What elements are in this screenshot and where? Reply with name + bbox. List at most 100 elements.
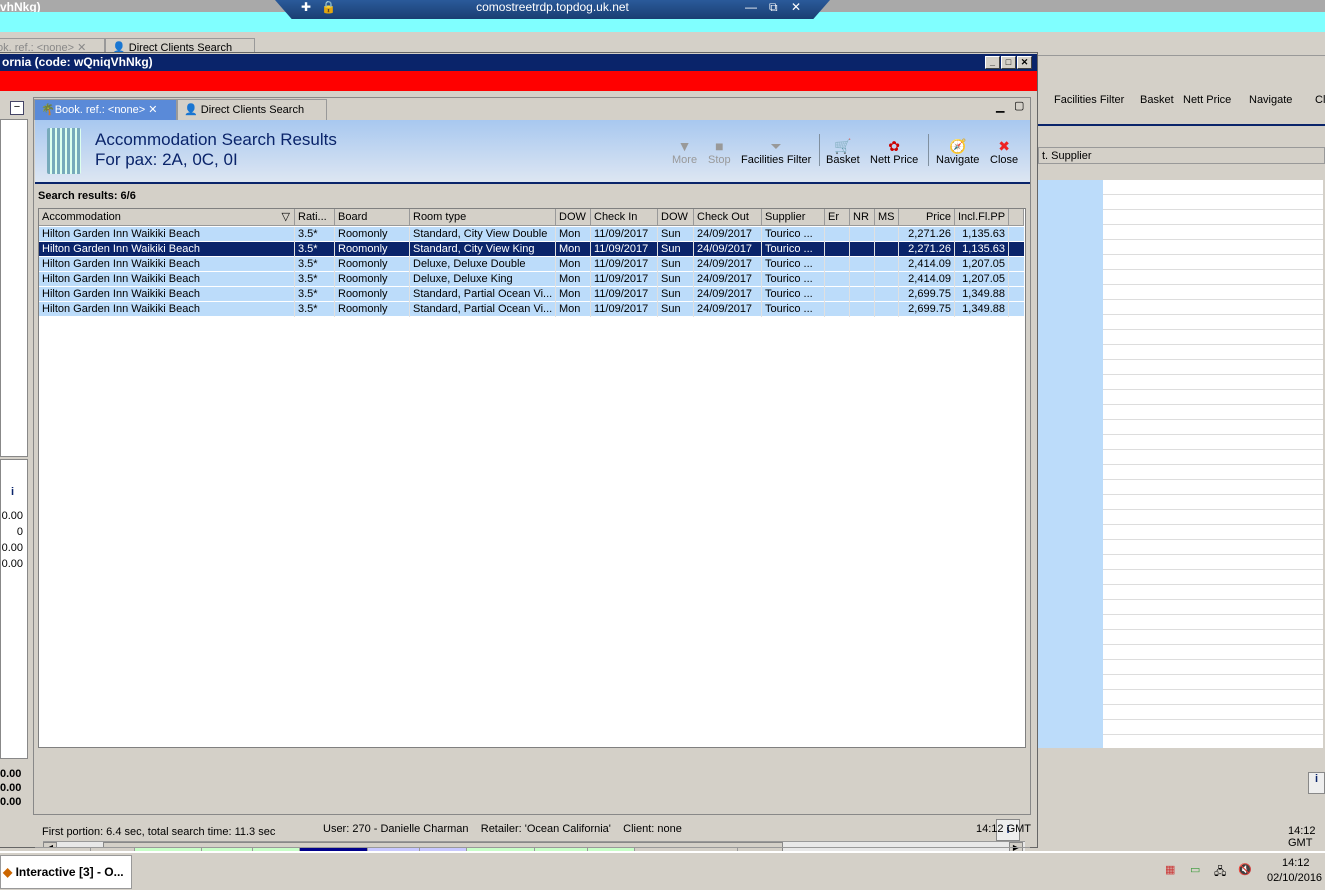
column-header[interactable]: Er [825, 209, 850, 226]
button-label: Close [990, 154, 1019, 166]
column-header[interactable]: Price [899, 209, 955, 226]
close-results-button[interactable]: ✖ Close [990, 138, 1018, 166]
table-cell [875, 287, 899, 302]
table-cell: Mon [556, 242, 591, 257]
table-cell [825, 227, 850, 242]
tab-book-ref[interactable]: 🌴Book. ref.: <none> ✕ [34, 99, 177, 120]
tray-volume-muted-icon[interactable]: 🔇 [1238, 863, 1252, 876]
value: 0.00 [1, 510, 23, 522]
results-title: Accommodation Search Results [95, 130, 337, 149]
close-icon[interactable]: ✕ [791, 0, 801, 14]
table-cell: Hilton Garden Inn Waikiki Beach [39, 302, 295, 317]
info-icon[interactable]: i [11, 486, 14, 498]
table-row[interactable]: Hilton Garden Inn Waikiki Beach 3.5* Roomo… [39, 287, 1024, 302]
table-cell: 2,414.09 [899, 272, 955, 287]
nett-price-button[interactable]: ✿ Nett Price [870, 138, 918, 166]
tray-flag-icon[interactable]: ▦ [1165, 863, 1175, 876]
column-header[interactable]: Incl.Fl.PP [955, 209, 1009, 226]
table-cell: 24/09/2017 [694, 272, 762, 287]
bg-facilities-button[interactable]: Facilities Filter [1054, 94, 1124, 106]
status-retailer: Retailer: 'Ocean California' [480, 823, 611, 835]
bg-time: 14:12 GMT [1288, 825, 1316, 849]
table-cell: 2,699.75 [899, 302, 955, 317]
status-time: 14:12 GMT [976, 823, 1032, 835]
bg-info-button[interactable]: i [1308, 772, 1325, 794]
banner-title: Accommodation Search Results For pax: 2A,… [95, 130, 337, 170]
window-title-bar: ornia (code: wQniqVhNkg) _ □ ✕ [0, 54, 1037, 71]
column-header[interactable]: DOW [556, 209, 591, 226]
main-window: ornia (code: wQniqVhNkg) _ □ ✕ − i 0.00 … [0, 52, 1038, 866]
bg-toolbar: Facilities Filter Basket Nett Price Navi… [1038, 76, 1325, 112]
tray-battery-icon[interactable]: ▭ [1190, 863, 1200, 876]
maximize-button[interactable]: □ [1001, 56, 1016, 69]
panel-minimize-icon[interactable]: ▁ [996, 100, 1004, 113]
table-cell [850, 302, 875, 317]
bg-basket-button[interactable]: Basket [1140, 94, 1174, 106]
tray-network-icon[interactable]: 🖧 [1214, 863, 1226, 882]
table-row[interactable]: Hilton Garden Inn Waikiki Beach 3.5* Roomo… [39, 227, 1024, 242]
tab-direct-clients[interactable]: 👤 Direct Clients Search [177, 99, 327, 120]
more-button[interactable]: ▼ More [672, 138, 697, 166]
table-cell: 11/09/2017 [591, 257, 658, 272]
table-cell: 1,207.05 [955, 272, 1009, 287]
minimize-icon[interactable]: — [745, 0, 757, 14]
value: 0.00 [1, 542, 23, 554]
table-cell: 3.5* [295, 242, 335, 257]
bg-navigate-button[interactable]: Navigate [1249, 94, 1292, 106]
close-button[interactable]: ✕ [1017, 56, 1032, 69]
table-cell [875, 227, 899, 242]
table-cell: Hilton Garden Inn Waikiki Beach [39, 242, 295, 257]
table-row[interactable]: Hilton Garden Inn Waikiki Beach 3.5* Roomo… [39, 257, 1024, 272]
collapse-icon[interactable]: − [10, 101, 24, 115]
taskbar: ◆ Interactive [3] - O... ▦ ▭ 🖧 🔇 14:12 0… [0, 851, 1325, 890]
table-cell: Standard, Partial Ocean Vi... [410, 287, 556, 302]
basket-button[interactable]: 🛒 Basket [826, 138, 860, 166]
facilities-filter-button[interactable]: ⏷ Facilities Filter [741, 138, 811, 166]
table-cell [825, 272, 850, 287]
bg-nett-button[interactable]: Nett Price [1183, 94, 1231, 106]
column-header[interactable]: Accommodation ▽ [39, 209, 295, 226]
table-cell [875, 302, 899, 317]
table-cell: 24/09/2017 [694, 257, 762, 272]
column-header[interactable]: Check Out [694, 209, 762, 226]
compass-icon: 🧭 [948, 138, 967, 154]
clock-time: 14:12 [1282, 857, 1310, 869]
column-header[interactable]: MS [875, 209, 899, 226]
restore-icon[interactable]: ⧉ [769, 0, 778, 14]
column-header[interactable]: Board [335, 209, 410, 226]
table-cell: 1,135.63 [955, 227, 1009, 242]
left-panel-values: i 0.00 0 0.00 0.00 [0, 459, 28, 759]
table-cell: Deluxe, Deluxe Double [410, 257, 556, 272]
table-cell: 3.5* [295, 257, 335, 272]
taskbar-app-button[interactable]: ◆ Interactive [3] - O... [0, 855, 132, 889]
table-cell: Roomonly [335, 302, 410, 317]
column-header[interactable]: Supplier [762, 209, 825, 226]
close-tab-icon[interactable]: ✕ [148, 104, 157, 116]
bg-column-header: t. Supplier [1038, 147, 1325, 164]
panel-maximize-icon[interactable]: ▢ [1014, 99, 1024, 112]
column-header[interactable]: Check In [591, 209, 658, 226]
table-cell: Mon [556, 302, 591, 317]
table-cell: 2,271.26 [899, 227, 955, 242]
button-label: Facilities Filter [741, 154, 812, 166]
table-row[interactable]: Hilton Garden Inn Waikiki Beach 3.5* Roomo… [39, 242, 1024, 257]
column-header[interactable]: Rati... [295, 209, 335, 226]
column-header[interactable]: Room type [410, 209, 556, 226]
stop-button[interactable]: ■ Stop [708, 138, 731, 166]
pin-icon[interactable]: ✚ [301, 0, 311, 14]
table-cell: Standard, City View King [410, 242, 556, 257]
table-cell: 1,207.05 [955, 257, 1009, 272]
table-cell: Sun [658, 287, 694, 302]
column-header[interactable]: DOW [658, 209, 694, 226]
navigate-button[interactable]: 🧭 Navigate [936, 138, 979, 166]
rdp-connection-bar: ✚ 🔒 comostreetrdp.topdog.uk.net — ⧉ ✕ [275, 0, 830, 19]
table-cell: Roomonly [335, 287, 410, 302]
table-cell [825, 242, 850, 257]
minimize-button[interactable]: _ [985, 56, 1000, 69]
filter-icon[interactable]: ▽ [282, 210, 290, 223]
left-panel [0, 119, 28, 457]
column-header[interactable]: NR [850, 209, 875, 226]
bg-close-button[interactable]: Close [1315, 94, 1325, 106]
table-row[interactable]: Hilton Garden Inn Waikiki Beach 3.5* Roomo… [39, 272, 1024, 287]
table-row[interactable]: Hilton Garden Inn Waikiki Beach 3.5* Roomo… [39, 302, 1024, 317]
